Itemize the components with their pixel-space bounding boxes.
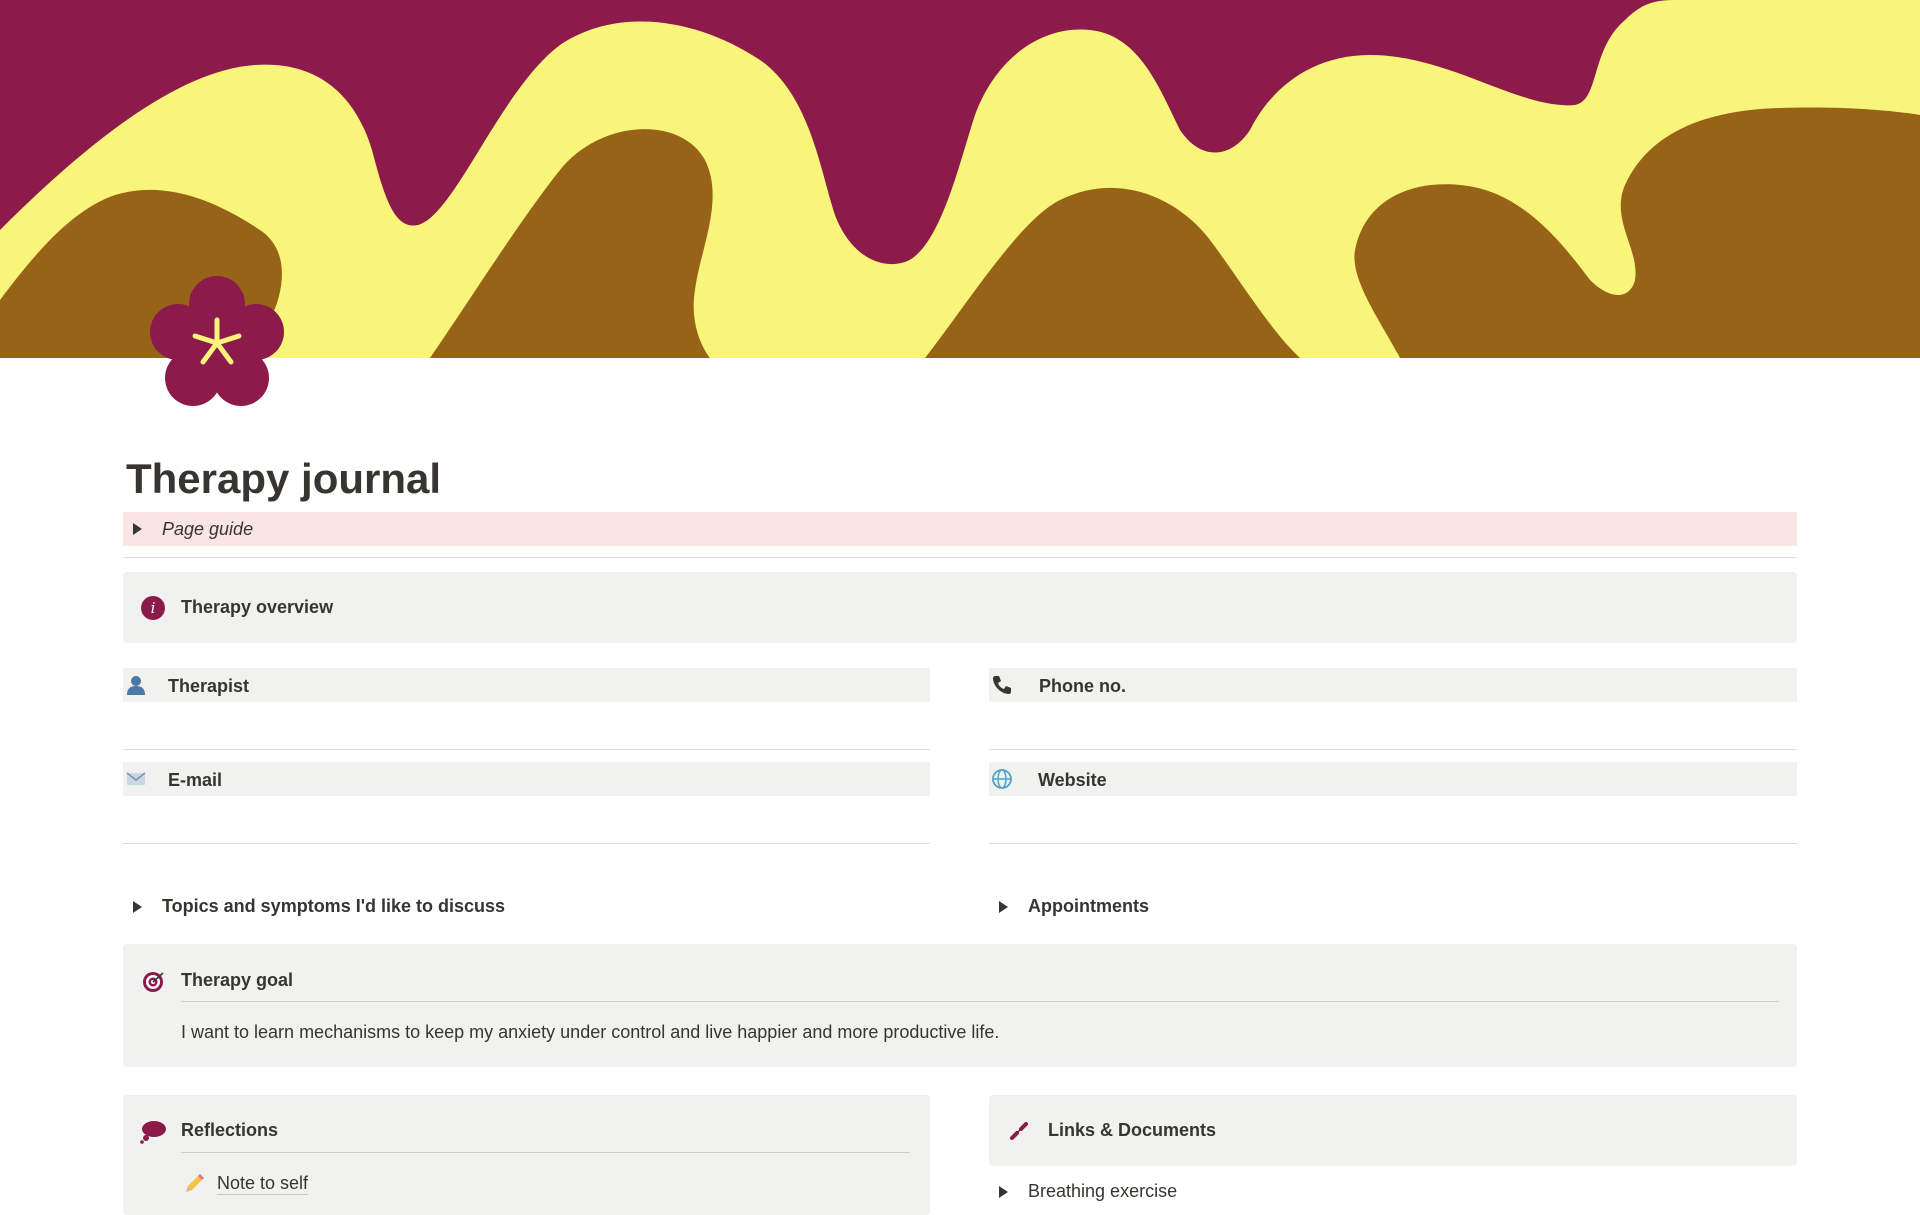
links-documents-title[interactable]: Links & Documents [1048, 1120, 1216, 1141]
globe-icon [991, 768, 1013, 790]
toggle-arrow-icon[interactable] [133, 900, 142, 913]
therapy-overview-title[interactable]: Therapy overview [181, 597, 333, 618]
email-label: E-mail [168, 770, 223, 790]
appointments-toggle-label: Appointments [1028, 896, 1149, 916]
reflections-callout: Reflections Note to self [123, 1095, 930, 1215]
page-title[interactable]: Therapy journal [126, 451, 441, 507]
info-icon: i [141, 596, 165, 620]
therapy-goal-text[interactable]: I want to learn mechanisms to keep my an… [181, 1022, 999, 1043]
toggle-arrow-icon[interactable] [999, 900, 1008, 913]
phone-label: Phone no. [1039, 676, 1126, 696]
divider [123, 557, 1797, 558]
page-guide-toggle[interactable]: Page guide [123, 512, 1797, 546]
therapist-label: Therapist [168, 676, 250, 696]
link-icon [1007, 1119, 1031, 1143]
flower-icon-graphic [150, 276, 284, 406]
toggle-arrow-icon[interactable] [999, 1185, 1008, 1198]
topics-toggle[interactable]: Topics and symptoms I'd like to discuss [133, 896, 505, 917]
email-field-header[interactable]: E-mail [123, 762, 930, 796]
target-icon [141, 970, 165, 994]
website-field-header[interactable]: Website [989, 762, 1797, 796]
therapist-value-underline[interactable] [123, 749, 930, 750]
email-value-underline[interactable] [123, 843, 930, 844]
envelope-icon [125, 768, 147, 790]
appointments-toggle[interactable]: Appointments [999, 896, 1149, 917]
website-value-underline[interactable] [989, 843, 1797, 844]
reflections-divider [181, 1152, 910, 1153]
reflections-title[interactable]: Reflections [181, 1120, 278, 1141]
phone-value-underline[interactable] [989, 749, 1797, 750]
therapy-goal-title[interactable]: Therapy goal [181, 970, 293, 991]
toggle-arrow-icon[interactable] [133, 523, 142, 535]
therapist-field-header[interactable]: Therapist [123, 668, 930, 702]
phone-icon [991, 674, 1013, 696]
note-to-self-link[interactable]: Note to self [217, 1173, 309, 1195]
thought-bubble-icon [139, 1119, 167, 1145]
pencil-icon [183, 1171, 207, 1195]
therapy-goal-callout: Therapy goal I want to learn mechanisms … [123, 944, 1797, 1067]
therapy-overview-callout: i Therapy overview [123, 572, 1797, 643]
website-label: Website [1038, 770, 1107, 790]
goal-divider [181, 1001, 1779, 1002]
topics-toggle-label: Topics and symptoms I'd like to discuss [162, 896, 506, 916]
phone-field-header[interactable]: Phone no. [989, 668, 1797, 702]
flower-icon[interactable] [142, 268, 292, 418]
page-guide-label: Page guide [162, 518, 254, 539]
person-icon [125, 674, 147, 696]
links-documents-callout: Links & Documents [989, 1095, 1797, 1166]
